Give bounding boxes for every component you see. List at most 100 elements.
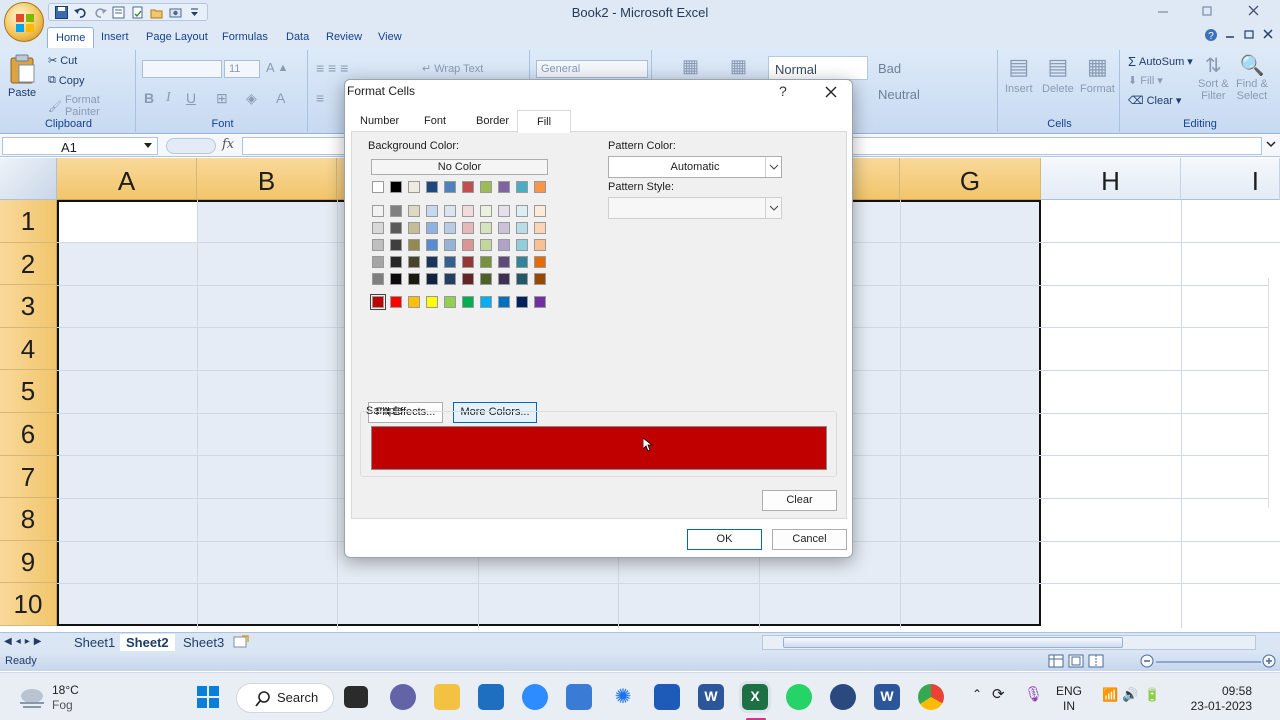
formula-bar-expander[interactable] [166, 138, 216, 154]
sync-icon[interactable]: ⟳ [992, 685, 1005, 703]
theme-tint-swatch[interactable] [480, 256, 492, 268]
standard-color-swatch[interactable] [462, 296, 474, 308]
tab-page-layout[interactable]: Page Layout [138, 27, 216, 48]
align-left-icon[interactable]: ≡ [316, 90, 324, 106]
theme-tint-swatch[interactable] [408, 239, 420, 251]
office-button[interactable] [4, 2, 44, 42]
theme-tint-swatch[interactable] [444, 205, 456, 217]
conditional-formatting-icon[interactable]: ▦ [682, 56, 699, 77]
theme-tint-swatch[interactable] [498, 273, 510, 285]
row-header-9[interactable]: 9 [0, 540, 57, 584]
chat-icon[interactable] [390, 684, 416, 710]
cut-button[interactable]: ✂ Cut [48, 54, 77, 68]
sort-filter-button[interactable]: ⇅ Sort & Filter [1198, 54, 1229, 102]
clear-button[interactable]: ⌫ Clear ▾ [1128, 94, 1181, 108]
theme-tint-swatch[interactable] [534, 222, 546, 234]
underline-button[interactable]: U [186, 90, 196, 106]
ribbon-minimize-icon[interactable] [1224, 28, 1236, 43]
expand-formula-bar-icon[interactable] [1266, 140, 1276, 153]
theme-tint-swatch[interactable] [444, 273, 456, 285]
tab-fill[interactable]: Fill [517, 110, 571, 133]
task-view-icon[interactable] [344, 686, 368, 708]
zoom-app-icon[interactable] [522, 684, 548, 710]
clear-button[interactable]: Clear [762, 490, 837, 511]
select-all-corner[interactable] [0, 158, 57, 200]
theme-tint-swatch[interactable] [390, 256, 402, 268]
theme-tint-swatch[interactable] [462, 273, 474, 285]
no-color-button[interactable]: No Color [371, 159, 548, 175]
sheet-tab-sheet3[interactable]: Sheet3 [177, 634, 230, 651]
style-bad[interactable]: Bad [872, 56, 972, 80]
teams-app-icon[interactable] [654, 684, 680, 710]
theme-tint-swatch[interactable] [480, 205, 492, 217]
column-header-a[interactable]: A [57, 158, 197, 200]
browser-icon[interactable] [830, 684, 856, 710]
theme-tint-swatch[interactable] [408, 205, 420, 217]
name-box[interactable]: A1 [2, 137, 158, 155]
whatsapp-icon[interactable] [786, 684, 812, 710]
standard-color-swatch[interactable] [370, 294, 386, 310]
dialog-close-button[interactable] [822, 83, 840, 101]
theme-tint-swatch[interactable] [516, 273, 528, 285]
battery-icon[interactable]: 🔋 [1144, 687, 1160, 703]
workbook-close-icon[interactable] [1262, 28, 1274, 43]
volume-icon[interactable]: 🔊 [1122, 687, 1138, 703]
chevron-up-icon[interactable]: ⌃ [972, 687, 982, 701]
theme-tint-swatch[interactable] [516, 239, 528, 251]
theme-color-swatch[interactable] [498, 181, 510, 193]
theme-color-swatch[interactable] [444, 181, 456, 193]
standard-color-swatch[interactable] [498, 296, 510, 308]
number-format-combo[interactable]: General [536, 60, 648, 78]
theme-tint-swatch[interactable] [372, 273, 384, 285]
theme-tint-swatch[interactable] [444, 239, 456, 251]
insert-sheet-icon[interactable] [232, 635, 250, 652]
copy-button[interactable]: ⧉ Copy [48, 74, 85, 87]
vertical-scrollbar[interactable] [1268, 278, 1280, 508]
chrome-icon[interactable] [918, 684, 944, 710]
theme-color-swatch[interactable] [372, 181, 384, 193]
column-header-g[interactable]: G [900, 158, 1041, 200]
row-header-1[interactable]: 1 [0, 200, 57, 243]
row-header-4[interactable]: 4 [0, 327, 57, 371]
theme-tint-swatch[interactable] [498, 256, 510, 268]
format-painter-button[interactable]: 🖌 Format Painter [48, 94, 135, 118]
theme-tint-swatch[interactable] [480, 273, 492, 285]
row-header-2[interactable]: 2 [0, 242, 57, 286]
theme-tint-swatch[interactable] [426, 256, 438, 268]
theme-tint-swatch[interactable] [534, 205, 546, 217]
active-cell[interactable] [59, 202, 197, 242]
theme-color-swatch[interactable] [462, 181, 474, 193]
autosum-button[interactable]: Σ AutoSum ▾ [1128, 54, 1193, 69]
theme-tint-swatch[interactable] [516, 256, 528, 268]
zoom-slider[interactable] [1156, 661, 1261, 663]
theme-tint-swatch[interactable] [372, 256, 384, 268]
help-icon[interactable]: ? [1204, 28, 1218, 45]
theme-tint-swatch[interactable] [408, 273, 420, 285]
tab-home[interactable]: Home [47, 27, 95, 48]
row-header-5[interactable]: 5 [0, 370, 57, 413]
find-select-button[interactable]: 🔍 Find & Select [1236, 54, 1268, 102]
standard-color-swatch[interactable] [426, 296, 438, 308]
restore-button[interactable] [1198, 3, 1218, 19]
bold-button[interactable]: B [144, 90, 154, 106]
tab-font[interactable]: Font [415, 110, 455, 132]
theme-tint-swatch[interactable] [390, 239, 402, 251]
theme-tint-swatch[interactable] [372, 222, 384, 234]
theme-tint-swatch[interactable] [444, 222, 456, 234]
paste-button[interactable]: Paste [8, 54, 36, 99]
italic-button[interactable]: I [166, 90, 171, 106]
theme-tint-swatch[interactable] [498, 239, 510, 251]
tab-formulas[interactable]: Formulas [214, 27, 276, 48]
theme-tint-swatch[interactable] [480, 239, 492, 251]
grow-font-icon[interactable]: A ▲ [266, 60, 288, 75]
format-cells-button[interactable]: ▦ Format [1080, 54, 1115, 95]
ok-button[interactable]: OK [687, 529, 762, 550]
theme-tint-swatch[interactable] [444, 256, 456, 268]
theme-tint-swatch[interactable] [426, 273, 438, 285]
zoom-in-icon[interactable] [1262, 654, 1276, 671]
theme-tint-swatch[interactable] [498, 222, 510, 234]
theme-tint-swatch[interactable] [462, 222, 474, 234]
minimize-button[interactable] [1154, 3, 1174, 19]
microphone-icon[interactable]: 🎙 [1024, 685, 1043, 703]
theme-color-swatch[interactable] [480, 181, 492, 193]
